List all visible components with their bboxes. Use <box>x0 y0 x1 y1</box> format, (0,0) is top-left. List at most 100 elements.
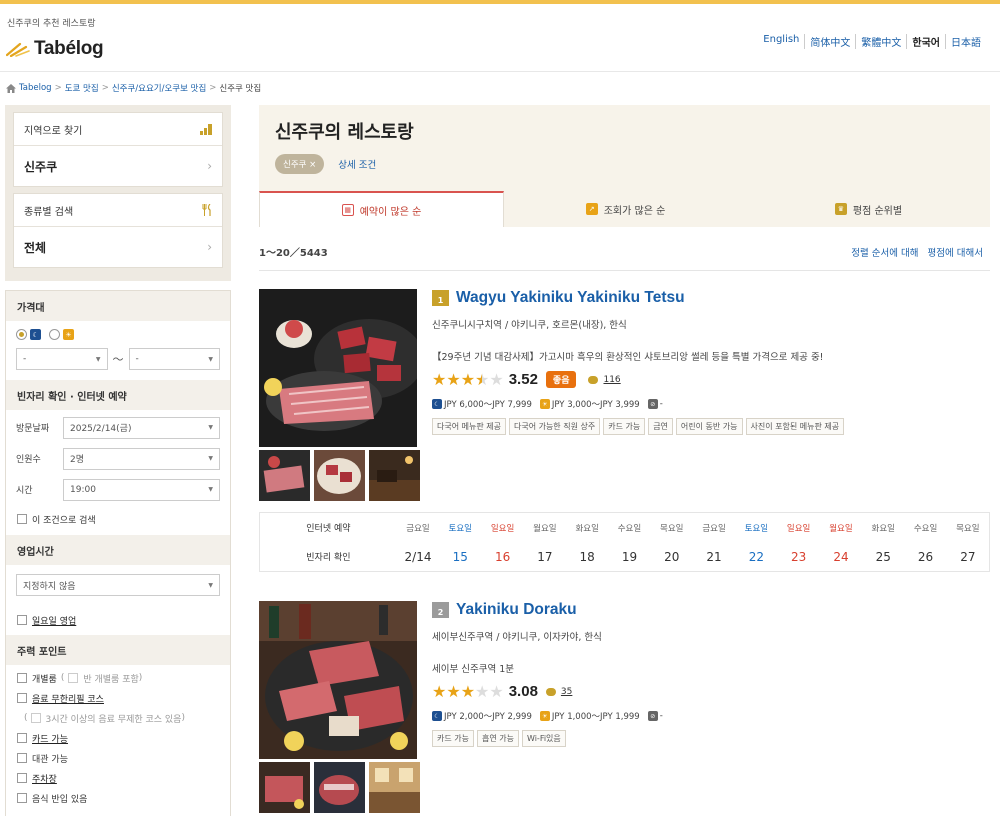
parking-checkbox[interactable] <box>17 773 27 783</box>
restaurant-thumbnail[interactable] <box>314 450 365 501</box>
price-min-select[interactable]: - ▼ <box>16 348 108 370</box>
calendar-date[interactable]: 17 <box>524 542 566 571</box>
time-select[interactable]: 19:00 ▼ <box>63 478 220 501</box>
restaurant-name-row: 2 Yakiniku Doraku <box>432 601 990 619</box>
calendar-date[interactable]: 2/14 <box>397 542 439 571</box>
calendar-date[interactable]: 25 <box>862 542 904 571</box>
restaurant-thumbnail[interactable] <box>314 762 365 813</box>
card-label[interactable]: 카드 가능 <box>32 732 68 745</box>
lunch-radio[interactable] <box>49 329 60 340</box>
reservation-calendar: 인터넷 예약 빈자리 확인 금요일 2/14 토요일 15 일요일 16 월요일 17 화요일 1… <box>259 512 990 572</box>
rating-info-link[interactable]: 평점에 대해서 <box>928 245 983 259</box>
lang-simplified-chinese[interactable]: 简体中文 <box>804 34 855 49</box>
genre-search-value[interactable]: 전체 › <box>14 227 222 267</box>
ayd-note-row[interactable]: ( 3시간 이상의 음료 무제한 코스 있음 ) <box>6 708 230 728</box>
calendar-weekday: 월요일 <box>829 523 853 534</box>
restaurant-name[interactable]: Yakiniku Doraku <box>456 601 577 619</box>
byo-checkbox[interactable] <box>17 793 27 803</box>
card-row[interactable]: 카드 가능 <box>6 728 230 748</box>
filter-chip-shinjuku[interactable]: 신주쿠 × <box>275 154 325 174</box>
calendar-day[interactable]: 일요일 16 <box>481 513 523 571</box>
caret-down-icon: ▼ <box>208 486 213 493</box>
calendar-day[interactable]: 수요일 26 <box>904 513 946 571</box>
calendar-date[interactable]: 23 <box>778 542 820 571</box>
calendar-day[interactable]: 수요일 19 <box>608 513 650 571</box>
ayd-3h-checkbox[interactable] <box>30 713 41 723</box>
search-condition-checkbox-row[interactable]: 이 조건으로 검색 <box>6 505 230 533</box>
price-max-select[interactable]: - ▼ <box>128 348 220 370</box>
charter-checkbox[interactable] <box>17 753 27 763</box>
calendar-day[interactable]: 목요일 27 <box>947 513 989 571</box>
restaurant-photo-main[interactable] <box>259 289 417 447</box>
breadcrumb-tabelog[interactable]: Tabelog <box>19 83 52 93</box>
parking-label[interactable]: 주차장 <box>32 772 57 785</box>
dinner-price: JPY 6,000～JPY 7,999 <box>444 400 532 410</box>
restaurant-thumbnail[interactable] <box>369 762 420 813</box>
date-select[interactable]: 2025/2/14(금) ▼ <box>63 416 220 439</box>
tab-rating-ranking-label: 평점 순위별 <box>852 205 903 217</box>
private-room-checkbox[interactable] <box>17 673 27 683</box>
breadcrumb-tokyo[interactable]: 도쿄 맛집 <box>65 82 99 94</box>
all-you-can-drink-row[interactable]: 음료 무한리필 코스 <box>6 688 230 708</box>
calendar-weekday: 월요일 <box>533 523 557 534</box>
restaurant-name[interactable]: Wagyu Yakiniku Yakiniku Tetsu <box>456 289 685 307</box>
card-checkbox[interactable] <box>17 733 27 743</box>
search-condition-checkbox[interactable] <box>17 514 27 524</box>
active-filters: 신주쿠 × 상세 조건 <box>275 154 974 174</box>
calendar-day[interactable]: 토요일 22 <box>735 513 777 571</box>
people-select[interactable]: 2명 ▼ <box>63 447 220 470</box>
calendar-date[interactable]: 24 <box>820 542 862 571</box>
sunday-open-row[interactable]: 일요일 영업 <box>6 605 230 635</box>
calendar-date[interactable]: 19 <box>608 542 650 571</box>
all-you-can-drink-checkbox[interactable] <box>17 693 27 703</box>
sunday-open-label[interactable]: 일요일 영업 <box>32 614 76 627</box>
calendar-day[interactable]: 목요일 20 <box>651 513 693 571</box>
sort-order-link[interactable]: 정렬 순서에 대해 <box>851 245 918 259</box>
tab-rating-ranking[interactable]: ♛ 평점 순위별 <box>747 191 990 227</box>
calendar-day[interactable]: 금요일 21 <box>693 513 735 571</box>
restaurant-thumbnail[interactable] <box>259 762 310 813</box>
calendar-day[interactable]: 토요일 15 <box>439 513 481 571</box>
private-room-row[interactable]: 개별룸 ( 반 개별룸 포함 ) <box>6 668 230 688</box>
charter-label: 대관 가능 <box>32 754 68 765</box>
calendar-date[interactable]: 21 <box>693 542 735 571</box>
review-count[interactable]: 116 <box>603 375 620 385</box>
restaurant-photo-main[interactable] <box>259 601 417 759</box>
moon-icon: ☾ <box>432 711 442 721</box>
calendar-day[interactable]: 월요일 24 <box>820 513 862 571</box>
calendar-day[interactable]: 화요일 25 <box>862 513 904 571</box>
calendar-date[interactable]: 18 <box>566 542 608 571</box>
calendar-date[interactable]: 15 <box>439 542 481 571</box>
parking-row[interactable]: 주차장 <box>6 768 230 788</box>
tab-most-viewed[interactable]: ↗ 조회가 많은 순 <box>504 191 747 227</box>
dinner-radio[interactable] <box>16 329 27 340</box>
hours-select[interactable]: 지정하지 않음 ▼ <box>16 574 220 596</box>
calendar-date[interactable]: 27 <box>947 542 989 571</box>
calendar-day[interactable]: 월요일 17 <box>524 513 566 571</box>
semi-private-checkbox[interactable] <box>68 673 79 683</box>
lang-english[interactable]: English <box>758 34 804 49</box>
calendar-date[interactable]: 20 <box>651 542 693 571</box>
restaurant-thumbnail[interactable] <box>259 450 310 501</box>
calendar-date[interactable]: 16 <box>481 542 523 571</box>
calendar-date[interactable]: 26 <box>904 542 946 571</box>
calendar-date[interactable]: 22 <box>735 542 777 571</box>
sunday-open-checkbox[interactable] <box>17 615 27 625</box>
area-search-value[interactable]: 신주쿠 › <box>14 146 222 186</box>
detail-conditions-link[interactable]: 상세 조건 <box>338 157 376 171</box>
charter-row[interactable]: 대관 가능 <box>6 748 230 768</box>
restaurant-thumbnail[interactable] <box>369 450 420 501</box>
rank-crown-icon: 1 <box>432 290 449 306</box>
tabelog-logo[interactable]: Tabélog <box>6 38 104 60</box>
review-count[interactable]: 35 <box>561 687 572 697</box>
all-you-can-drink-label[interactable]: 음료 무한리필 코스 <box>32 692 104 705</box>
calendar-day[interactable]: 금요일 2/14 <box>397 513 439 571</box>
lang-traditional-chinese[interactable]: 繁體中文 <box>855 34 906 49</box>
fork-knife-icon <box>202 204 211 216</box>
calendar-day[interactable]: 일요일 23 <box>778 513 820 571</box>
breadcrumb-shinjuku-area[interactable]: 신주쿠/요요기/오쿠보 맛집 <box>112 82 206 94</box>
calendar-day[interactable]: 화요일 18 <box>566 513 608 571</box>
tab-most-reserved[interactable]: ▦ 예약이 많은 순 <box>259 191 504 227</box>
byo-row[interactable]: 음식 반입 있음 <box>6 788 230 808</box>
lang-japanese[interactable]: 日本語 <box>945 34 986 49</box>
